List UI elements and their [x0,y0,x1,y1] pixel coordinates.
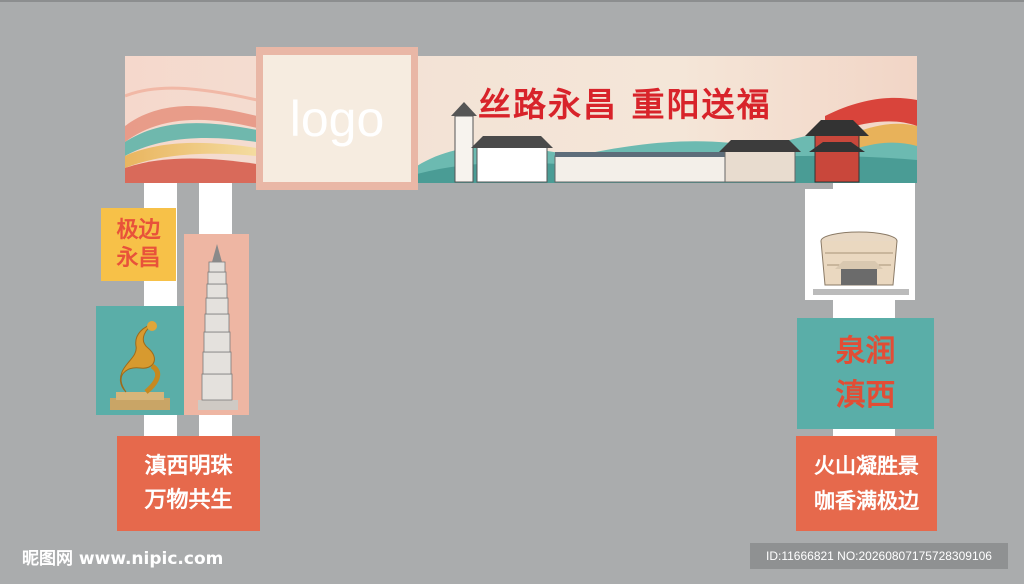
left-orange-sign: 滇西明珠 万物共生 [117,436,260,531]
right-teal-line1: 泉润 [835,334,896,369]
logo-placeholder: logo [263,55,411,182]
right-teal-line2: 滇西 [835,377,896,413]
site-watermark: 昵图网 www.nipic.com [22,549,224,569]
right-teal-sign: 泉润 滇西 [797,318,934,429]
top-border [0,0,1024,2]
museum-panel [805,189,915,300]
left-orange-line1: 滇西明珠 [144,454,233,479]
left-yellow-line2: 永昌 [116,245,161,271]
left-orange-line2: 万物共生 [144,487,233,513]
right-orange-line1: 火山凝胜景 [814,454,919,479]
id-watermark: ID:11666821 NO:20260807175728309106 [750,543,1008,569]
pagoda-image [198,244,238,410]
left-yellow-line1: 极边 [116,218,161,243]
round-museum-image [813,231,909,295]
right-orange-line2: 咖香满极边 [814,488,919,513]
logo-frame: logo [256,47,418,190]
dragon-panel [96,306,184,415]
right-orange-sign: 火山凝胜景 咖香满极边 [796,436,937,531]
banner-slogan: 丝路永昌 重阳送福 [478,85,772,124]
left-yellow-sign: 极边 永昌 [101,208,176,281]
pagoda-panel [184,234,249,415]
dragon-statue-image [110,321,170,410]
